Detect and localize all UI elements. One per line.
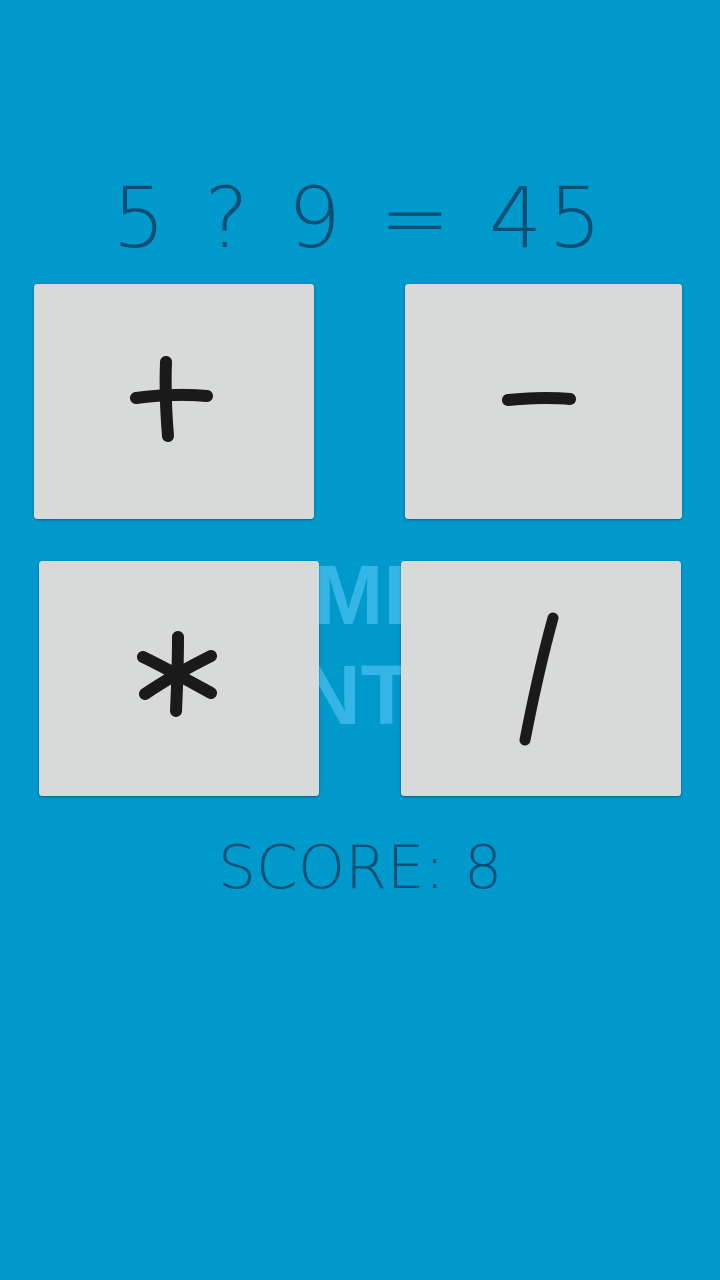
game-screen: MI NTI 5 ? 9 = 45 + - * / SCORE: 8	[0, 0, 720, 1280]
asterisk-icon	[137, 630, 217, 717]
divide-button[interactable]: /	[401, 561, 681, 796]
equation-display: 5 ? 9 = 45	[112, 169, 608, 267]
multiply-button[interactable]: *	[39, 561, 319, 796]
minus-button[interactable]: -	[405, 284, 682, 519]
plus-button[interactable]: +	[34, 284, 314, 519]
score-display: SCORE: 8	[217, 833, 503, 903]
minus-icon	[501, 391, 576, 406]
plus-icon	[130, 355, 213, 442]
slash-icon	[519, 612, 559, 745]
